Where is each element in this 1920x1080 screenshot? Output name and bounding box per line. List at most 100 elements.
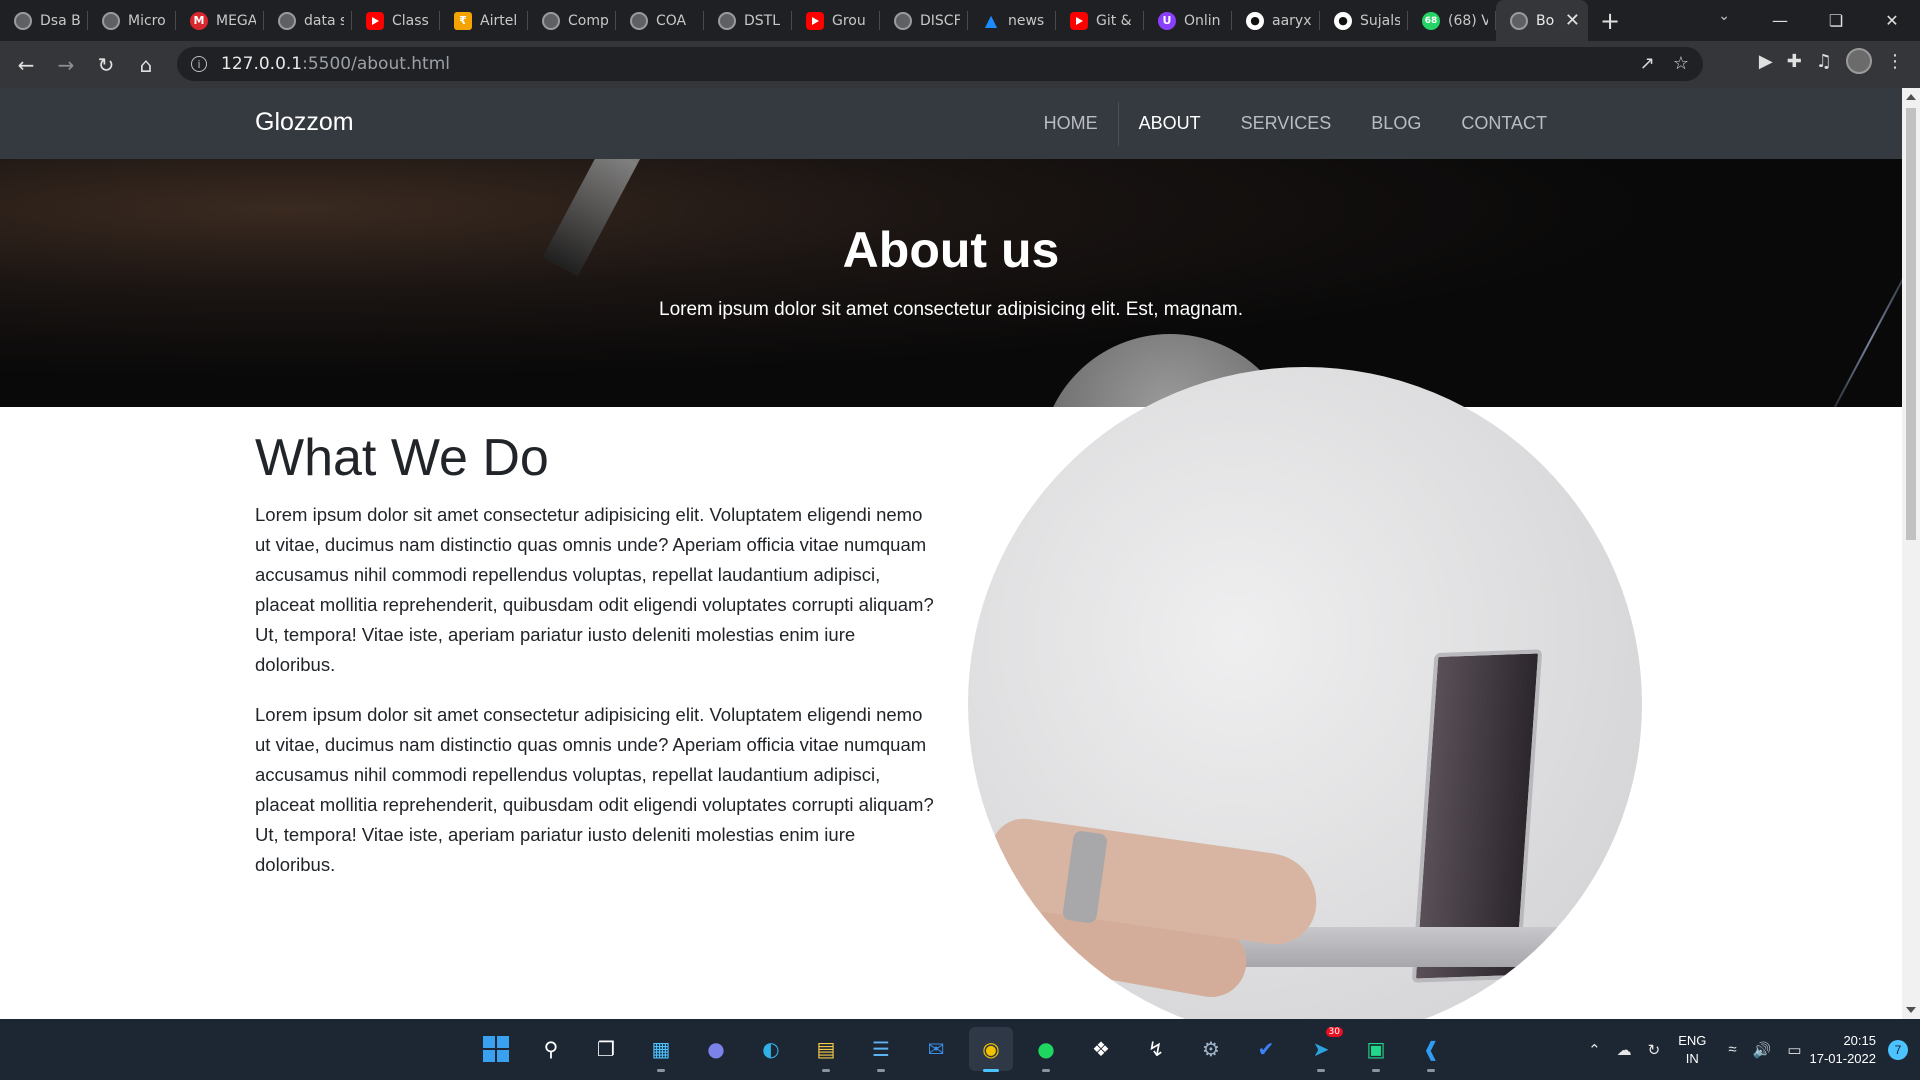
new-tab-button[interactable]: +: [1588, 7, 1632, 35]
browser-tab[interactable]: ₹ Airtel: [440, 0, 528, 41]
notepad-icon[interactable]: ☰: [859, 1027, 903, 1072]
weather-cloud-icon[interactable]: ☁: [1617, 1041, 1632, 1059]
youtube-icon: [366, 11, 384, 30]
task-view-icon[interactable]: ❐: [584, 1027, 628, 1071]
notification-badge[interactable]: 7: [1888, 1039, 1908, 1060]
browser-tab[interactable]: Git &: [1056, 0, 1144, 41]
browser-tab[interactable]: ● aaryx: [1232, 0, 1320, 41]
language-indicator[interactable]: ENG IN: [1678, 1032, 1706, 1068]
nav-link-blog[interactable]: BLOG: [1351, 113, 1441, 134]
url-host: 127.0.0.1: [221, 54, 303, 74]
mega-icon: M: [190, 11, 208, 30]
chrome-icon[interactable]: ◉: [969, 1027, 1013, 1072]
globe-icon: [1510, 11, 1528, 30]
browser-tab[interactable]: M MEGA: [176, 0, 264, 41]
tab-label: Dsa B: [40, 12, 80, 29]
reload-icon[interactable]: ↻: [86, 45, 126, 85]
youtube-icon: [1070, 11, 1088, 30]
vscode-icon[interactable]: ❰: [1409, 1027, 1453, 1072]
telegram-badge: 30: [1325, 1027, 1343, 1037]
dropbox-icon[interactable]: ❖: [1079, 1027, 1123, 1071]
browser-tab[interactable]: data s: [264, 0, 352, 41]
globe-icon: [718, 11, 736, 30]
nav-link-services[interactable]: SERVICES: [1221, 113, 1352, 134]
telegram-icon[interactable]: ➤ 30: [1299, 1027, 1343, 1072]
tab-label: COA: [656, 12, 687, 29]
media-controls-icon[interactable]: ♫: [1816, 51, 1832, 72]
teams-chat-icon[interactable]: ●: [694, 1027, 738, 1071]
windows-logo-icon: [483, 1036, 509, 1062]
restore-icon[interactable]: ❏: [1808, 11, 1864, 30]
start-button[interactable]: [474, 1027, 518, 1071]
github-icon: ●: [1246, 11, 1264, 30]
close-window-icon[interactable]: ✕: [1864, 11, 1920, 30]
browser-tab[interactable]: Dsa B: [0, 0, 88, 41]
profile-avatar[interactable]: [1846, 48, 1872, 74]
browser-tab[interactable]: DISCF: [880, 0, 968, 41]
tab-search-icon[interactable]: ⌄: [1718, 8, 1730, 24]
chevron-up-icon[interactable]: ⌃: [1588, 1041, 1601, 1059]
browser-tab[interactable]: COA: [616, 0, 704, 41]
home-icon[interactable]: ⌂: [126, 45, 166, 85]
mail-icon[interactable]: ✉: [914, 1027, 958, 1071]
windows-taskbar: ⚲ ❐ ▦ ● ◐ ▤ ☰ ✉ ◉ ● ❖ ↯ ⚙ ✔ ➤ 30 ▣ ❰ ⌃ ☁ …: [0, 1019, 1920, 1080]
site-info-icon[interactable]: i: [191, 56, 207, 72]
page-scrollbar[interactable]: [1902, 88, 1920, 1019]
settings-gear-icon[interactable]: ⚙: [1189, 1027, 1233, 1071]
browser-tab[interactable]: Grou: [792, 0, 880, 41]
language-code: ENG: [1678, 1032, 1707, 1048]
media-extension-icon[interactable]: ▶: [1759, 51, 1773, 72]
browser-tab[interactable]: Comp: [528, 0, 616, 41]
nav-link-contact[interactable]: CONTACT: [1441, 113, 1567, 134]
minimize-icon[interactable]: —: [1752, 11, 1808, 30]
pycharm-icon[interactable]: ▣: [1354, 1027, 1398, 1072]
menu-kebab-icon[interactable]: ⋮: [1886, 51, 1904, 72]
address-bar[interactable]: i 127.0.0.1:5500/about.html ↗ ☆: [177, 47, 1703, 81]
widgets-icon[interactable]: ▦: [639, 1027, 683, 1072]
browser-tab[interactable]: Class: [352, 0, 440, 41]
browser-tab[interactable]: Micro: [88, 0, 176, 41]
section-paragraph: Lorem ipsum dolor sit amet consectetur a…: [255, 504, 934, 675]
terminal-app-icon[interactable]: ↯: [1134, 1027, 1178, 1071]
file-explorer-icon[interactable]: ▤: [804, 1027, 848, 1072]
globe-icon: [278, 11, 296, 30]
site-brand[interactable]: Glozzom: [255, 108, 354, 137]
browser-tab[interactable]: U Onlin: [1144, 0, 1232, 41]
browser-tab[interactable]: ● Sujals: [1320, 0, 1408, 41]
browser-tab[interactable]: ▲ news: [968, 0, 1056, 41]
tab-label: MEGA: [216, 12, 256, 29]
youtube-icon: [806, 11, 824, 30]
tab-label: DISCF: [920, 12, 960, 29]
clock[interactable]: 20:15 17-01-2022: [1810, 1032, 1877, 1068]
puzzle-extensions-icon[interactable]: ✚: [1787, 51, 1802, 72]
scroll-down-arrow-icon[interactable]: [1906, 1007, 1916, 1013]
spotify-icon[interactable]: ●: [1024, 1027, 1068, 1072]
scroll-up-arrow-icon[interactable]: [1906, 94, 1916, 100]
region-code: IN: [1685, 1050, 1699, 1066]
edge-icon[interactable]: ◐: [749, 1027, 793, 1071]
todo-check-icon[interactable]: ✔: [1244, 1027, 1288, 1071]
wifi-icon[interactable]: ≈: [1728, 1041, 1736, 1058]
tab-label: Class: [392, 12, 429, 29]
nav-link-home[interactable]: HOME: [1024, 113, 1118, 134]
scroll-thumb[interactable]: [1906, 108, 1916, 540]
window-controls: — ❏ ✕: [1752, 0, 1920, 41]
bookmark-star-icon[interactable]: ☆: [1673, 53, 1689, 74]
close-tab-icon[interactable]: ✕: [1565, 10, 1580, 31]
tab-label: aaryx: [1272, 12, 1312, 29]
share-icon[interactable]: ↗: [1640, 53, 1655, 74]
volume-icon[interactable]: 🔊: [1753, 1041, 1772, 1059]
forward-icon[interactable]: →: [46, 45, 86, 85]
browser-tab-active[interactable]: Bo ✕: [1496, 0, 1588, 41]
browser-tab[interactable]: DSTL: [704, 0, 792, 41]
sync-icon[interactable]: ↻: [1648, 1041, 1661, 1059]
battery-icon[interactable]: ▭: [1787, 1041, 1801, 1059]
taskbar-apps: ⚲ ❐ ▦ ● ◐ ▤ ☰ ✉ ◉ ● ❖ ↯ ⚙ ✔ ➤ 30 ▣ ❰: [474, 1027, 1453, 1072]
back-icon[interactable]: ←: [6, 45, 46, 85]
browser-tab[interactable]: 68 (68) V: [1408, 0, 1496, 41]
clock-time: 20:15: [1843, 1032, 1876, 1048]
github-icon: ●: [1334, 11, 1352, 30]
search-icon[interactable]: ⚲: [529, 1027, 573, 1071]
nav-link-about[interactable]: ABOUT: [1119, 113, 1221, 134]
hero-banner: About us Lorem ipsum dolor sit amet cons…: [0, 159, 1902, 407]
